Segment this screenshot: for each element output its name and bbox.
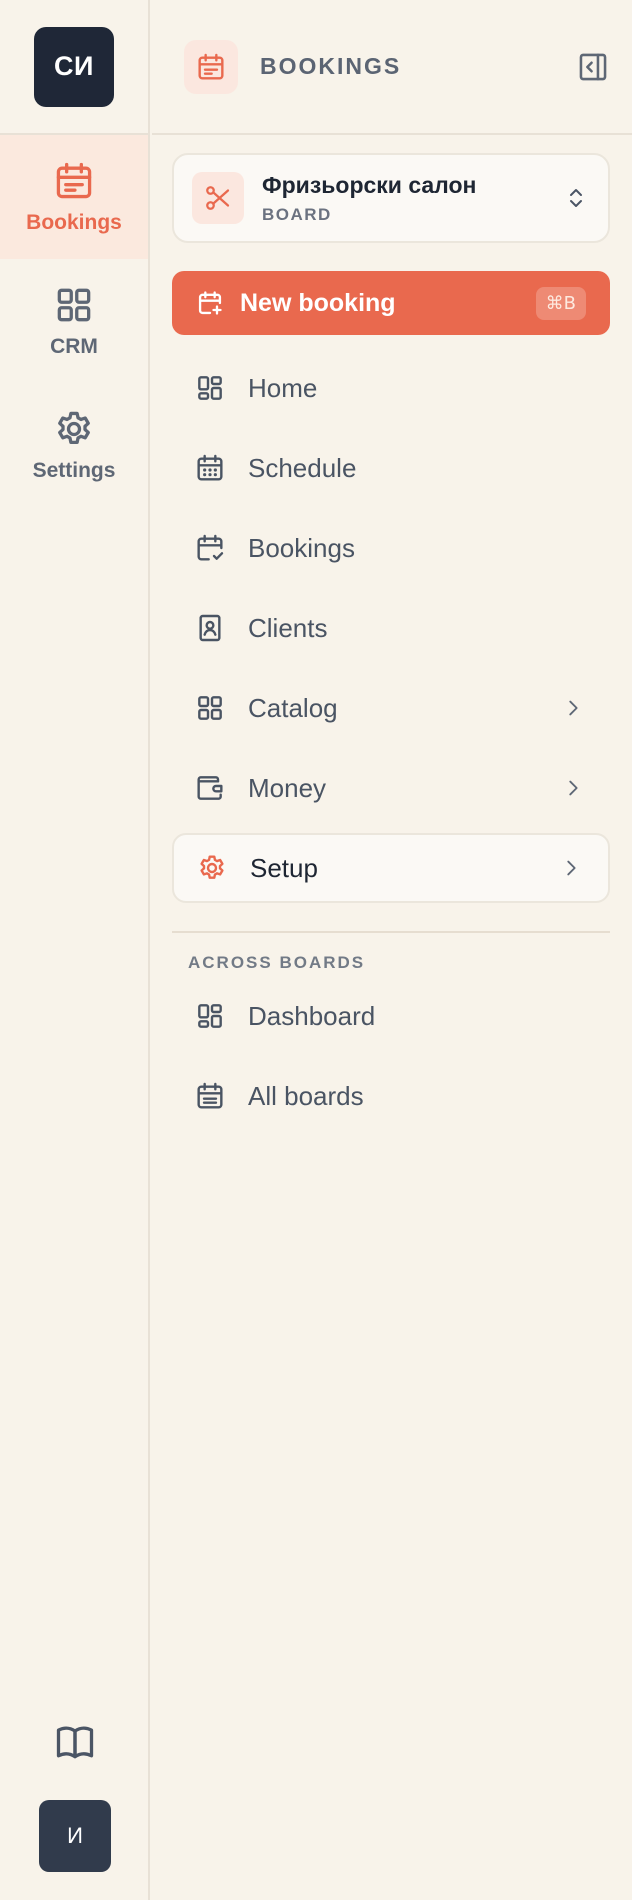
- chevron-right-icon: [569, 780, 578, 796]
- board-selector[interactable]: Фризьорски салон BOARD: [172, 153, 610, 243]
- sidebar-item-setup[interactable]: Setup: [172, 833, 610, 903]
- new-booking-label: New booking: [240, 288, 396, 317]
- sidebar-item-dashboard[interactable]: Dashboard: [172, 981, 610, 1051]
- sidebar-item-label: All boards: [248, 1080, 364, 1111]
- sidebar-item-schedule[interactable]: Schedule: [172, 433, 610, 503]
- calendar-grid-icon: [197, 454, 223, 481]
- board-name: Фризьорски салон: [262, 171, 477, 198]
- contact-book-icon: [199, 614, 221, 642]
- panel-header: BOOKINGS: [152, 0, 632, 135]
- rail-logo-area: СИ: [0, 0, 148, 135]
- header-badge: [184, 39, 238, 94]
- chevron-right-icon: [567, 860, 576, 876]
- calendar-icon: [198, 53, 224, 80]
- sidebar-item-label: Clients: [248, 612, 328, 643]
- sidebar-item-bookings[interactable]: Bookings: [172, 513, 610, 583]
- user-avatar[interactable]: И: [39, 1800, 111, 1872]
- across-boards-list: Dashboard All boards: [152, 981, 632, 1131]
- sidebar-item-label: Bookings: [248, 532, 355, 563]
- calendar-grid-icon: [197, 1082, 223, 1109]
- sidebar-item-label: Home: [248, 372, 318, 403]
- book-icon[interactable]: [53, 1720, 97, 1764]
- nav-list: Home Schedule Bookings Clients Catalog M…: [152, 353, 632, 903]
- calendar-plus-icon: [198, 291, 222, 315]
- board-text: Фризьорски салон BOARD: [262, 172, 476, 225]
- dashboard-icon: [198, 376, 222, 400]
- wallet-icon: [197, 776, 223, 800]
- sidebar-item-home[interactable]: Home: [172, 353, 610, 423]
- section-divider: [172, 931, 610, 933]
- sidebar-item-money[interactable]: Money: [172, 753, 610, 823]
- panel-title: BOOKINGS: [260, 53, 402, 79]
- sidebar-item-label: Setup: [250, 852, 318, 883]
- calendar-icon: [56, 162, 92, 199]
- chevron-right-icon: [569, 700, 578, 716]
- dashboard-icon: [198, 1004, 222, 1028]
- calendar-check-icon: [197, 534, 224, 561]
- collapse-sidebar-icon[interactable]: [576, 50, 610, 84]
- board-badge: [192, 172, 244, 224]
- sidebar-item-clients[interactable]: Clients: [172, 593, 610, 663]
- sidebar-item-label: Schedule: [248, 452, 357, 483]
- grid-icon: [57, 288, 91, 322]
- gear-icon: [58, 411, 90, 445]
- app-shell: СИ Bookings CRM Settings И BOOKINGS Фриз…: [0, 0, 632, 1900]
- sidebar-item-all-boards[interactable]: All boards: [172, 1061, 610, 1131]
- rail-item-crm[interactable]: CRM: [0, 259, 148, 383]
- sidebar-item-catalog[interactable]: Catalog: [172, 673, 610, 743]
- sidebar-panel: BOOKINGS Фризьорски салон BOARD New book…: [152, 0, 632, 1900]
- gear-icon: [200, 855, 224, 879]
- rail-item-label: CRM: [50, 335, 98, 358]
- board-subtitle: BOARD: [262, 204, 332, 224]
- sidebar-item-label: Catalog: [248, 692, 338, 723]
- scissors-icon: [206, 186, 230, 210]
- keyboard-shortcut-badge: ⌘B: [535, 286, 586, 320]
- rail-item-bookings[interactable]: Bookings: [0, 135, 148, 259]
- sidebar-item-label: Money: [248, 772, 327, 803]
- section-heading: ACROSS BOARDS: [188, 953, 366, 972]
- rail-item-label: Settings: [32, 459, 116, 482]
- workspace-logo[interactable]: СИ: [34, 26, 114, 107]
- rail-item-label: Bookings: [26, 211, 122, 234]
- rail-bottom: И: [0, 1720, 150, 1900]
- grid-icon: [198, 696, 222, 720]
- new-booking-button[interactable]: New booking ⌘B: [172, 271, 610, 335]
- app-rail: СИ Bookings CRM Settings И: [0, 0, 150, 1900]
- sidebar-item-label: Dashboard: [248, 1000, 376, 1031]
- chevron-up-down-icon: [570, 189, 582, 207]
- rail-item-settings[interactable]: Settings: [0, 383, 148, 507]
